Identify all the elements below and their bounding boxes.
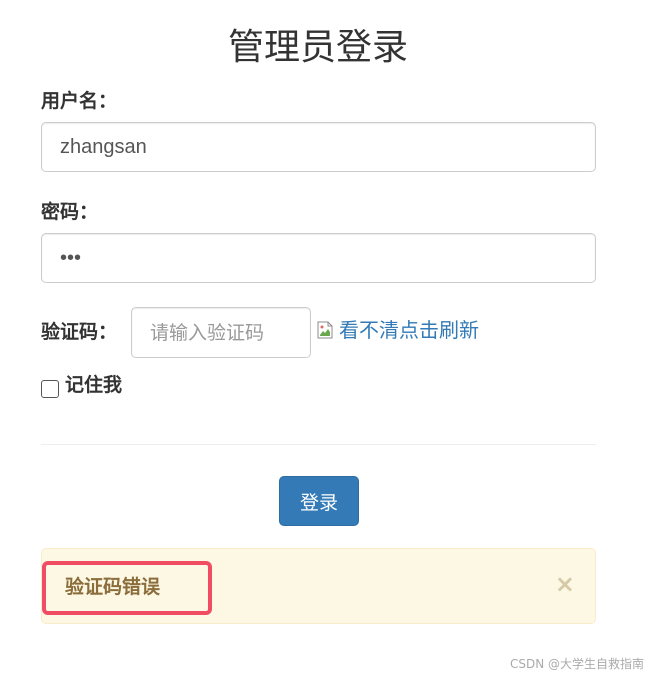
captcha-label: 验证码： — [41, 321, 118, 343]
error-alert: 验证码错误 × — [41, 548, 596, 624]
close-icon[interactable]: × — [555, 571, 575, 597]
remember-me-checkbox[interactable] — [41, 380, 59, 398]
watermark: CSDN @大学生自救指南 — [509, 657, 644, 671]
page-title: 管理员登录 — [227, 27, 408, 68]
username-label: 用户名： — [41, 90, 118, 112]
form-divider — [41, 444, 596, 445]
remember-me-row[interactable]: 记住我 — [41, 372, 122, 398]
alert-message: 验证码错误 — [65, 576, 161, 598]
captcha-input[interactable] — [131, 307, 311, 358]
username-input[interactable] — [41, 122, 596, 172]
password-input[interactable] — [41, 233, 596, 283]
remember-me-label[interactable]: 记住我 — [65, 372, 122, 398]
captcha-image-alt-text[interactable]: 看不清点击刷新 — [339, 317, 479, 343]
broken-image-icon — [317, 319, 333, 339]
captcha-image[interactable]: 看不清点击刷新 — [317, 317, 479, 343]
login-button[interactable]: 登录 — [279, 476, 359, 526]
password-label: 密码： — [41, 201, 99, 223]
